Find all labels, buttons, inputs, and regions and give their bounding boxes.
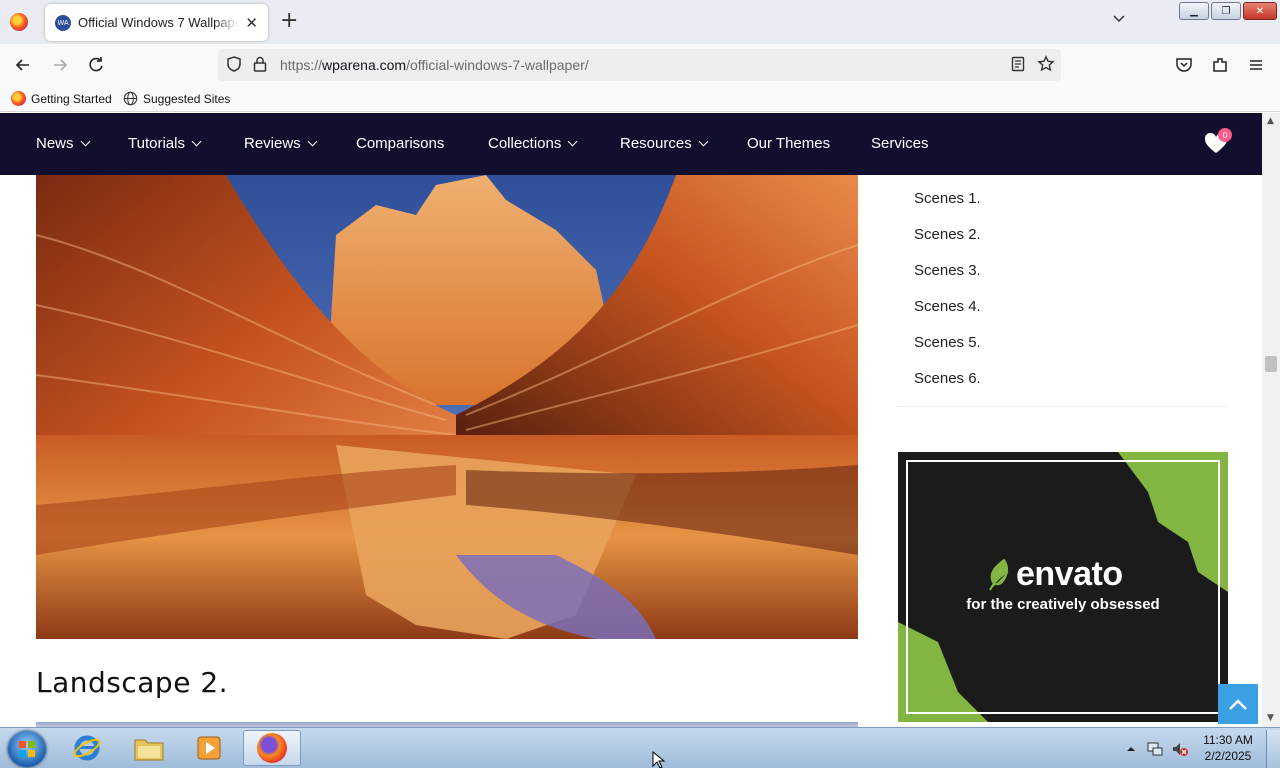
nav-resources[interactable]: Resources [620,135,709,152]
chevron-down-icon [567,136,578,147]
nav-tutorials[interactable]: Tutorials [128,135,202,152]
url-domain: wparena.com [322,57,407,73]
windows-logo-icon [19,741,35,757]
new-tab-icon[interactable]: + [280,10,298,32]
chevron-down-icon [191,136,202,147]
close-window-button[interactable]: ✕ [1243,2,1277,20]
envato-logo-text: envato [1016,555,1123,593]
nav-label: Reviews [244,135,301,152]
show-desktop-button[interactable] [1266,730,1280,768]
envato-leaf-icon [989,558,1009,591]
scroll-down-icon[interactable]: ▼ [1267,713,1274,723]
browser-titlebar: WA Official Windows 7 Wallpapers ✕ + ▁ ❐… [0,0,1280,44]
bookmarks-toolbar: Getting Started Suggested Sites [0,86,1280,112]
url-text[interactable]: https://wparena.com/official-windows-7-w… [280,57,589,73]
reader-view-icon[interactable] [1009,55,1027,73]
back-icon[interactable] [13,55,33,75]
bookmark-star-icon[interactable] [1037,55,1055,73]
reload-icon[interactable] [86,55,106,75]
toc-item[interactable]: Scenes 4. [914,298,981,315]
globe-icon [123,91,138,106]
tab-close-icon[interactable]: ✕ [245,14,258,32]
chevron-down-icon [307,136,318,147]
pocket-icon[interactable] [1174,55,1194,75]
url-path: /official-windows-7-wallpaper/ [406,57,589,73]
show-hidden-icons-icon[interactable] [1126,744,1136,754]
media-player-icon [197,736,221,760]
toc-item[interactable]: Scenes 5. [914,334,981,351]
ad-tagline: for the creatively obsessed [966,596,1160,613]
start-button[interactable] [8,731,46,767]
internet-explorer-icon [73,735,101,761]
volume-muted-icon[interactable] [1171,740,1189,758]
nav-reviews[interactable]: Reviews [244,135,318,152]
restore-button[interactable]: ❐ [1211,2,1241,20]
taskbar-internet-explorer[interactable] [58,730,116,766]
taskbar-file-explorer[interactable] [120,730,178,766]
window-controls: ▁ ❐ ✕ [1179,2,1277,20]
taskbar-media-player[interactable] [180,730,238,766]
nav-label: Collections [488,135,562,152]
page-scrollbar[interactable]: ▲ ▼ [1262,113,1280,727]
nav-label: Resources [620,135,692,152]
minimize-button[interactable]: ▁ [1179,2,1209,20]
taskbar-firefox[interactable] [243,730,301,766]
firefox-small-icon [11,91,26,106]
windows-taskbar: 11:30 AM 2/2/2025 [0,727,1280,768]
nav-comparisons[interactable]: Comparisons [356,135,444,152]
system-clock[interactable]: 11:30 AM 2/2/2025 [1196,732,1260,764]
folder-icon [134,739,164,761]
forward-icon[interactable] [50,55,70,75]
bookmark-getting-started[interactable]: Getting Started [11,91,112,106]
extensions-icon[interactable] [1210,55,1230,75]
envato-advertisement[interactable]: envato for the creatively obsessed [898,452,1228,722]
scrollbar-thumb[interactable] [1265,356,1277,372]
page-viewport: News Tutorials Reviews Comparisons Colle… [0,113,1262,727]
nav-label: Our Themes [747,135,831,152]
firefox-icon [257,733,287,763]
firefox-icon[interactable] [10,13,28,31]
nav-news[interactable]: News [36,135,90,152]
scroll-up-icon[interactable]: ▲ [1267,116,1274,126]
toc-item[interactable]: Scenes 2. [914,226,981,243]
nav-label: Tutorials [128,135,185,152]
tracking-shield-icon[interactable] [225,55,243,73]
nav-services[interactable]: Services [871,135,929,152]
scroll-to-top-button[interactable] [1218,684,1258,724]
site-favicon-icon: WA [55,14,71,31]
network-icon[interactable] [1146,740,1164,758]
clock-time: 11:30 AM [1203,733,1253,747]
toc-item[interactable]: Scenes 1. [914,190,981,207]
nav-our-themes[interactable]: Our Themes [747,135,830,152]
url-prefix: https:// [280,57,323,73]
landscape-wallpaper-image[interactable] [36,175,858,639]
nav-collections[interactable]: Collections [488,135,578,152]
tab-title: Official Windows 7 Wallpapers [78,15,238,30]
bookmark-suggested-sites[interactable]: Suggested Sites [123,91,230,106]
toc-item[interactable]: Scenes 3. [914,262,981,279]
nav-label: Comparisons [356,135,445,152]
mouse-cursor-icon [652,751,666,768]
toc-item[interactable]: Scenes 6. [914,370,981,387]
nav-label: News [36,135,74,152]
bookmark-label: Getting Started [31,91,112,106]
wishlist-count-badge: 0 [1218,128,1232,142]
table-of-contents: Scenes 1. Scenes 2. Scenes 3. Scenes 4. … [898,175,1228,407]
nav-label: Services [871,135,929,152]
section-heading: Landscape 2. [36,666,229,699]
clock-date: 2/2/2025 [1204,749,1252,763]
app-menu-icon[interactable] [1246,55,1266,75]
bookmark-label: Suggested Sites [143,91,231,106]
list-all-tabs-icon[interactable] [1112,12,1126,26]
chevron-down-icon [698,136,709,147]
chevron-down-icon [80,136,90,147]
site-navigation: News Tutorials Reviews Comparisons Colle… [0,113,1262,175]
browser-tab[interactable]: WA Official Windows 7 Wallpapers ✕ [45,4,268,41]
lock-icon[interactable] [251,55,269,73]
chevron-up-icon [1229,699,1247,710]
